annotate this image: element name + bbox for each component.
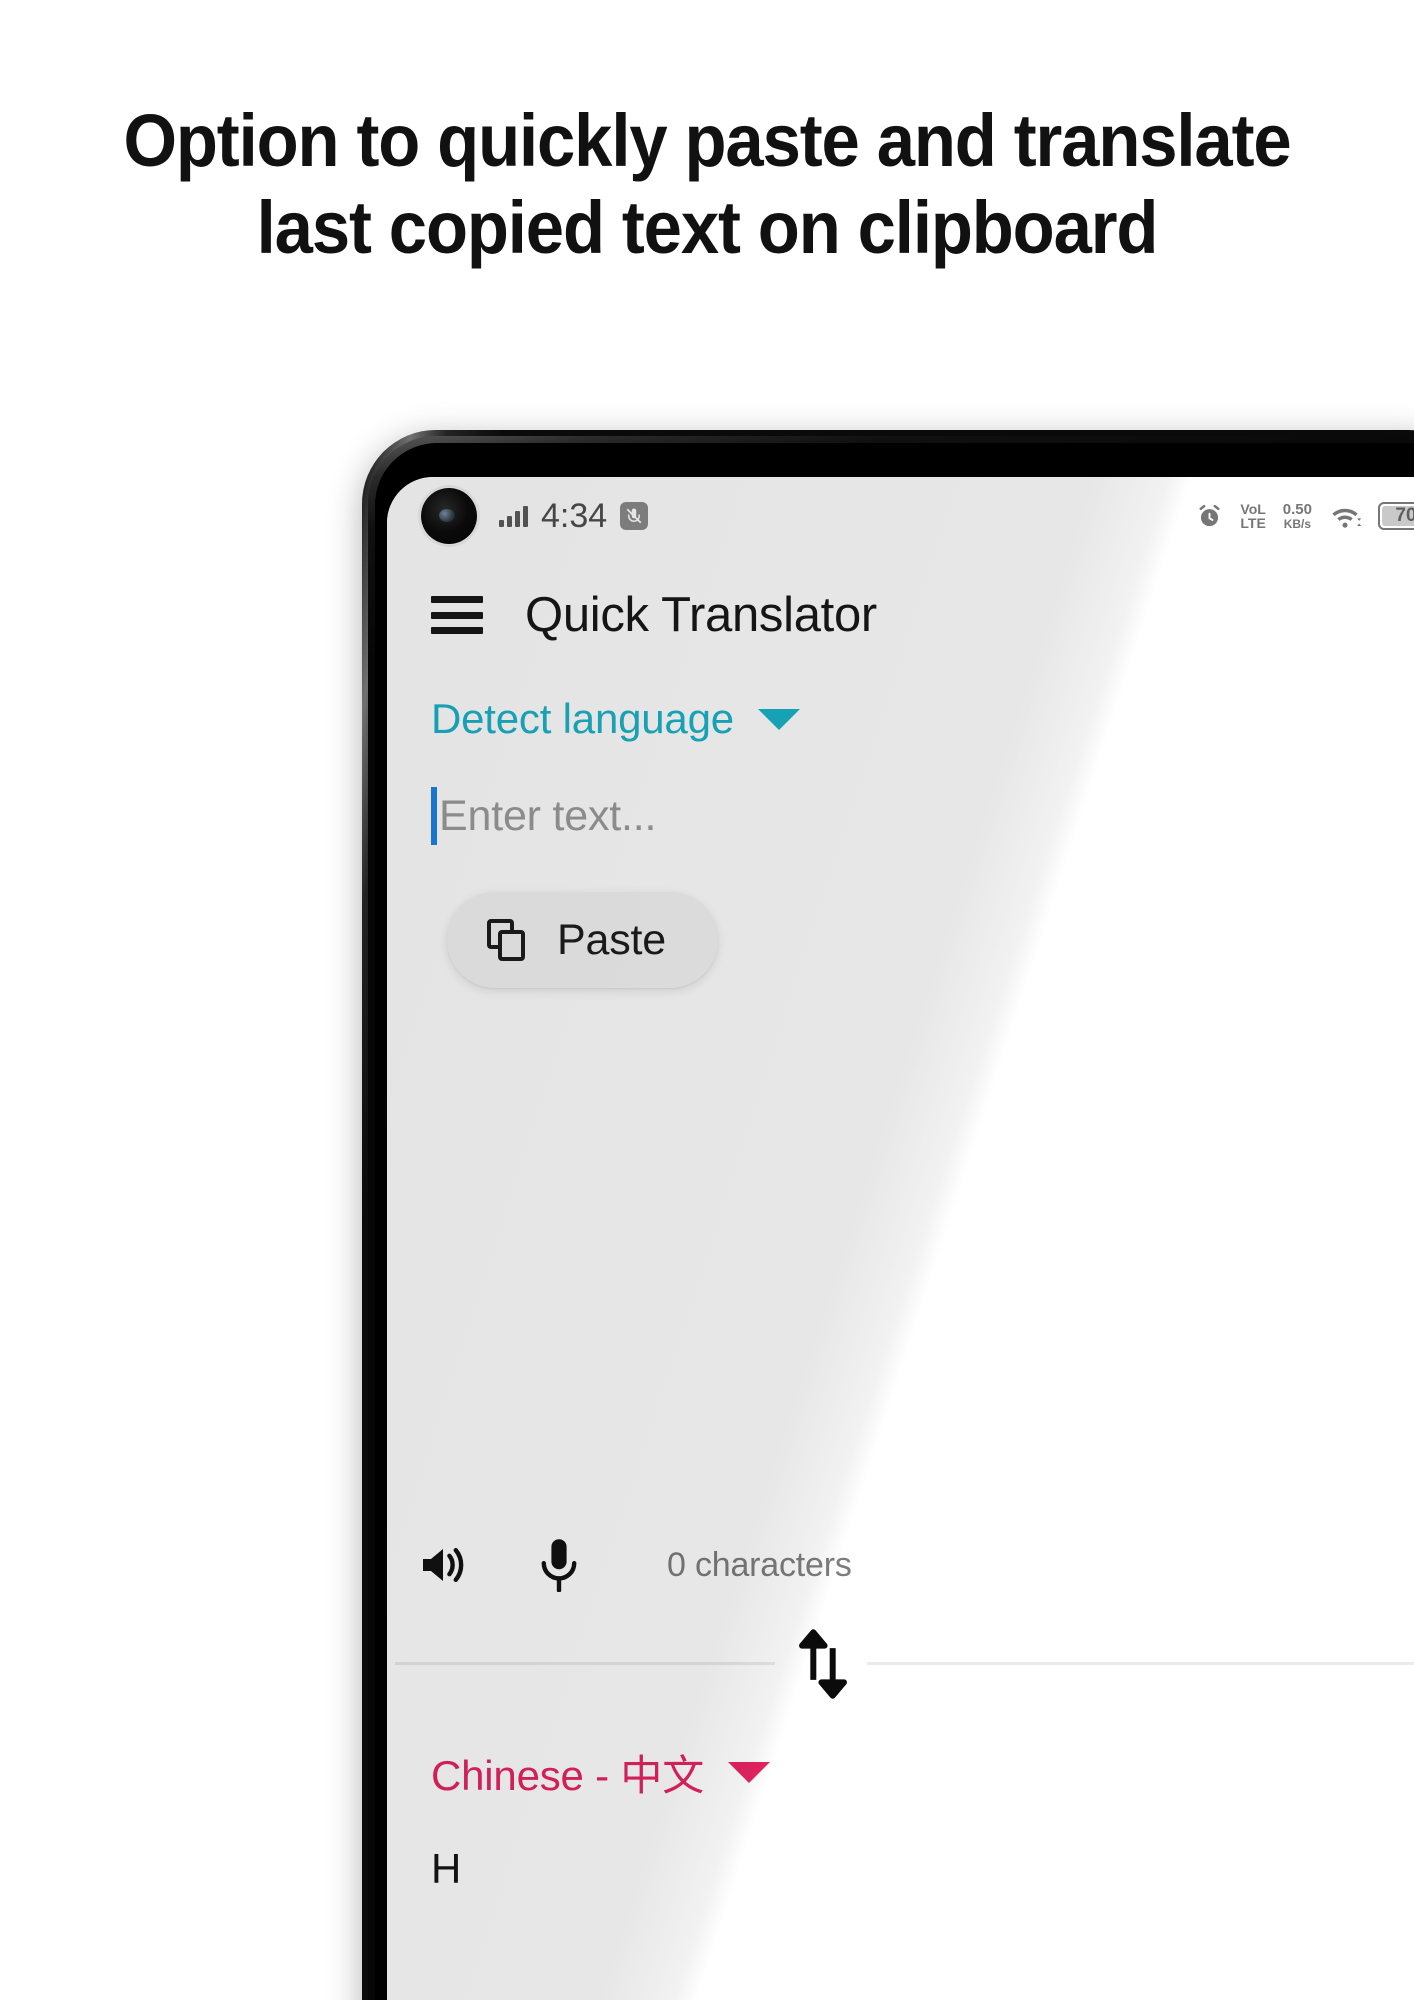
status-bar-right: VoL LTE 0.50 KB/s 70 — [1196, 500, 1414, 531]
status-bar: 4:34 VoL LTE 0.50 KB/s 70 — [387, 485, 1414, 547]
divider-right-segment — [867, 1662, 1414, 1665]
volte-indicator: VoL LTE — [1240, 500, 1266, 531]
alarm-clock-icon — [1199, 504, 1220, 526]
front-camera-punch-hole — [421, 488, 477, 544]
promo-screenshot-page: Option to quickly paste and translate la… — [0, 0, 1414, 2000]
app-title: Quick Translator — [525, 588, 877, 642]
source-language-selector[interactable]: Detect language — [431, 695, 800, 743]
source-text-input[interactable]: Enter text... — [431, 787, 656, 845]
battery-icon: 70 — [1378, 502, 1414, 530]
swap-languages-button[interactable] — [775, 1612, 871, 1716]
paste-button[interactable]: Paste — [447, 892, 718, 988]
network-speed-indicator: 0.50 KB/s — [1283, 502, 1312, 530]
microphone-icon — [541, 1539, 577, 1592]
hamburger-menu-icon[interactable] — [431, 596, 483, 634]
divider-left-segment — [395, 1662, 775, 1665]
source-language-label: Detect language — [431, 695, 734, 742]
target-language-selector[interactable]: Chinese - 中文 — [431, 1742, 771, 1803]
phone-screen: 4:34 VoL LTE 0.50 KB/s 70 Quick Translat… — [387, 477, 1414, 2000]
target-language-label: Chinese - 中文 — [431, 1752, 705, 1799]
vibrate-silent-icon — [620, 502, 649, 530]
chevron-down-icon — [728, 1762, 771, 1783]
speaker-button[interactable] — [407, 1529, 479, 1601]
source-input-placeholder: Enter text... — [439, 791, 657, 840]
battery-level-label: 70 — [1395, 505, 1414, 526]
page-title: Option to quickly paste and translate la… — [123, 99, 1291, 269]
chevron-down-icon — [757, 708, 800, 730]
status-bar-left: 4:34 — [499, 496, 649, 536]
network-speed-value: 0.50 — [1282, 500, 1312, 518]
status-bar-clock: 4:34 — [541, 496, 608, 535]
signal-bars-icon — [499, 505, 528, 527]
source-footer-toolbar: 0 characters — [387, 1520, 1414, 1610]
wifi-icon — [1332, 508, 1361, 528]
panel-divider — [387, 1662, 1414, 1666]
network-speed-unit: KB/s — [1283, 516, 1312, 531]
translation-output-text: H — [431, 1845, 462, 1892]
copy-icon — [487, 919, 527, 961]
app-bar: Quick Translator — [387, 565, 1414, 665]
microphone-button[interactable] — [523, 1529, 595, 1601]
character-count-label: 0 characters — [667, 1545, 852, 1584]
text-cursor — [431, 787, 437, 845]
phone-device-mockup: 4:34 VoL LTE 0.50 KB/s 70 Quick Translat… — [362, 430, 1414, 2000]
swap-vertical-arrows-icon — [799, 1629, 847, 1699]
volte-label-top: VoL — [1240, 500, 1266, 517]
speaker-icon — [423, 1548, 464, 1582]
paste-button-label: Paste — [557, 915, 666, 964]
volte-label-bottom: LTE — [1240, 515, 1266, 531]
